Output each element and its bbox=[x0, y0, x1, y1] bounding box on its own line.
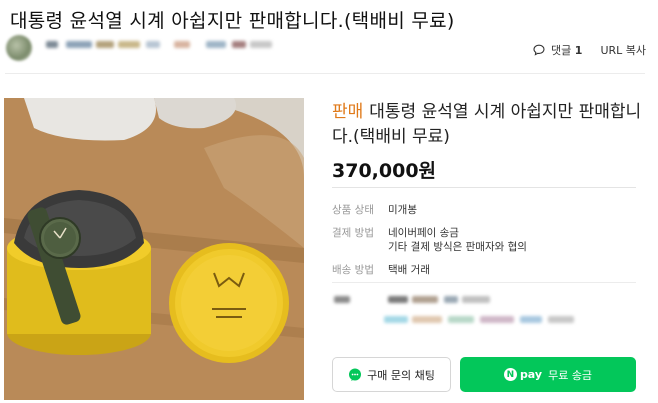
info-row-shipping: 배송 방법 택배 거래 bbox=[332, 263, 527, 277]
payment-method-1: 네이버페이 송금 bbox=[388, 227, 459, 239]
blurred-author-name bbox=[46, 41, 58, 48]
blurred-seller-text bbox=[388, 296, 408, 303]
avatar bbox=[6, 35, 32, 61]
post-title: 대통령 윤석열 시계 아쉽지만 판매합니다.(택배비 무료) bbox=[10, 10, 455, 32]
blurred-seller-text bbox=[448, 316, 474, 323]
info-value: 미개봉 bbox=[388, 204, 417, 216]
url-copy-button[interactable]: URL 복사 bbox=[600, 42, 646, 58]
product-summary: 판매 대통령 윤석열 시계 아쉽지만 판매합니다.(택배비 무료) 370,000… bbox=[332, 100, 642, 183]
npay-transfer-button[interactable]: N pay 무료 송금 bbox=[460, 357, 636, 392]
chat-icon bbox=[349, 368, 362, 381]
divider bbox=[332, 187, 636, 188]
product-info: 상품 상태 미개봉 결제 방법 네이버페이 송금 기타 결제 방식은 판매자와 … bbox=[332, 203, 527, 286]
blurred-seller-text bbox=[412, 316, 442, 323]
info-label: 상품 상태 bbox=[332, 204, 374, 216]
blurred-author-meta bbox=[250, 41, 272, 48]
product-title: 판매 대통령 윤석열 시계 아쉽지만 판매합니다.(택배비 무료) bbox=[332, 100, 642, 150]
npay-brand: pay bbox=[519, 368, 543, 381]
blurred-seller-text bbox=[384, 316, 408, 323]
comment-link[interactable]: 댓글 1 bbox=[551, 42, 582, 58]
purchase-inquiry-chat-button[interactable]: 구매 문의 채팅 bbox=[332, 357, 451, 392]
divider bbox=[5, 73, 645, 74]
blurred-seller-text bbox=[412, 296, 438, 303]
product-price: 370,000원 bbox=[332, 160, 437, 182]
product-photo bbox=[4, 98, 304, 400]
blurred-author-name bbox=[118, 41, 140, 48]
info-value: 택배 거래 bbox=[388, 264, 430, 276]
comment-icon bbox=[533, 44, 545, 56]
info-value: 네이버페이 송금 기타 결제 방식은 판매자와 협의 bbox=[388, 226, 527, 254]
info-label: 배송 방법 bbox=[332, 264, 374, 276]
comment-label: 댓글 bbox=[551, 44, 572, 57]
blurred-author-name bbox=[96, 41, 114, 48]
sale-status-tag: 판매 bbox=[332, 102, 364, 122]
comment-count: 1 bbox=[574, 44, 583, 57]
divider bbox=[332, 282, 636, 283]
blurred-seller-text bbox=[548, 316, 574, 323]
blurred-seller-text bbox=[444, 296, 458, 303]
blurred-author-name bbox=[146, 41, 160, 48]
payment-method-2: 기타 결제 방식은 판매자와 협의 bbox=[388, 241, 527, 253]
blurred-seller-text bbox=[520, 316, 542, 323]
blurred-seller-text bbox=[480, 316, 514, 323]
info-row-payment: 결제 방법 네이버페이 송금 기타 결제 방식은 판매자와 협의 bbox=[332, 226, 527, 254]
blurred-seller-text bbox=[334, 296, 350, 303]
post-meta: 댓글 1 URL 복사 bbox=[533, 42, 646, 58]
chat-button-label: 구매 문의 채팅 bbox=[367, 368, 435, 382]
blurred-author-meta bbox=[232, 41, 246, 48]
pay-button-label: 무료 송금 bbox=[548, 368, 593, 382]
blurred-author-meta bbox=[174, 41, 190, 48]
product-name: 대통령 윤석열 시계 아쉽지만 판매합니다.(택배비 무료) bbox=[332, 102, 642, 147]
npay-logo: N pay bbox=[503, 368, 543, 381]
blurred-seller-text bbox=[462, 296, 490, 303]
info-label: 결제 방법 bbox=[332, 227, 374, 239]
info-row-condition: 상품 상태 미개봉 bbox=[332, 203, 527, 217]
blurred-author-meta bbox=[206, 41, 226, 48]
blurred-author-name bbox=[66, 41, 92, 48]
product-photo-illustration bbox=[4, 98, 304, 400]
npay-n-icon: N bbox=[503, 368, 517, 381]
